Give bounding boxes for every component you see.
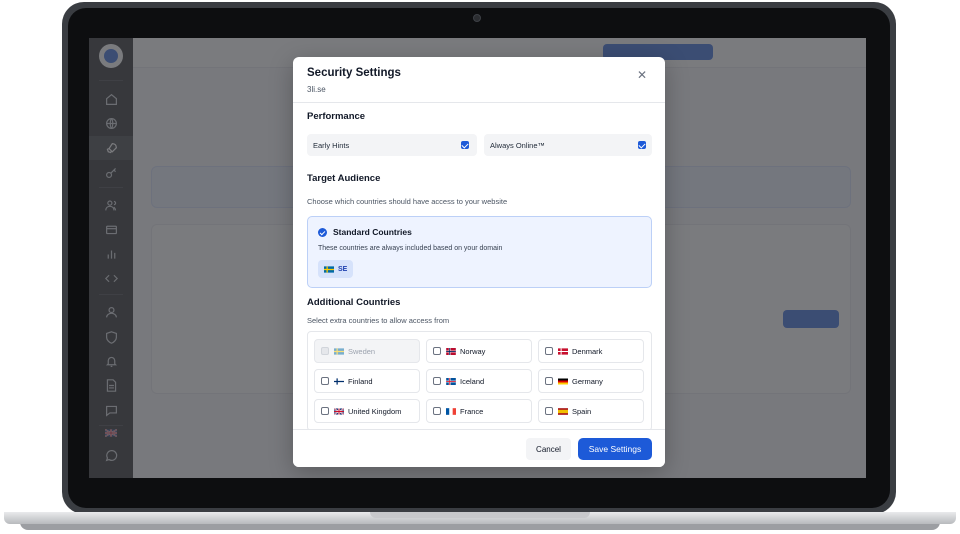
- flag-se-icon: [324, 265, 334, 273]
- checkbox: [321, 347, 329, 355]
- country-option-iceland[interactable]: Iceland: [426, 369, 532, 393]
- modal-domain: 3li.se: [307, 85, 326, 94]
- modal-title: Security Settings: [307, 67, 401, 79]
- country-name: Finland: [348, 377, 373, 386]
- flag-uk-icon: [334, 408, 344, 415]
- early-hints-label: Early Hints: [313, 140, 350, 150]
- country-option-germany[interactable]: Germany: [538, 369, 644, 393]
- target-audience-description: Choose which countries should have acces…: [307, 197, 508, 206]
- early-hints-checkbox[interactable]: [461, 141, 469, 149]
- save-settings-button[interactable]: Save Settings: [578, 438, 652, 460]
- flag-fr-icon: [446, 408, 456, 415]
- flag-se-icon: [334, 348, 344, 355]
- checkbox[interactable]: [433, 407, 441, 415]
- target-audience-heading: Target Audience: [307, 173, 381, 184]
- standard-countries-box: Standard Countries These countries are a…: [307, 216, 652, 288]
- check-circle-icon: [318, 228, 327, 237]
- modal-footer: Cancel Save Settings: [293, 429, 665, 467]
- additional-countries-description: Select extra countries to allow access f…: [307, 316, 450, 325]
- early-hints-option[interactable]: Early Hints: [307, 134, 477, 156]
- close-icon[interactable]: ✕: [635, 68, 649, 82]
- standard-countries-title: Standard Countries: [333, 227, 412, 237]
- security-settings-modal: Security Settings 3li.se ✕ Performance E…: [293, 57, 665, 467]
- flag-is-icon: [446, 378, 456, 385]
- checkbox[interactable]: [545, 347, 553, 355]
- country-chip-se: SE: [318, 260, 354, 278]
- performance-heading: Performance: [307, 111, 366, 122]
- country-name: Iceland: [460, 377, 485, 386]
- checkbox[interactable]: [321, 407, 329, 415]
- laptop-notch: [370, 512, 590, 518]
- country-option-france[interactable]: France: [426, 399, 532, 423]
- flag-dk-icon: [558, 348, 568, 355]
- country-option-denmark[interactable]: Denmark: [538, 339, 644, 363]
- flag-no-icon: [446, 348, 456, 355]
- chip-label: SE: [338, 265, 348, 273]
- checkbox[interactable]: [545, 407, 553, 415]
- cancel-button[interactable]: Cancel: [526, 438, 571, 460]
- country-grid: Sweden Norway Denmark Finland Iceland Ge…: [307, 331, 652, 431]
- modal-header: Security Settings 3li.se ✕: [293, 57, 665, 103]
- checkbox[interactable]: [545, 377, 553, 385]
- always-online-label: Always Online™: [490, 140, 546, 150]
- always-online-option[interactable]: Always Online™: [484, 134, 652, 156]
- country-option-united-kingdom[interactable]: United Kingdom: [314, 399, 420, 423]
- country-name: Denmark: [572, 347, 603, 356]
- country-option-spain[interactable]: Spain: [538, 399, 644, 423]
- screen: Security Settings 3li.se ✕ Performance E…: [89, 38, 866, 478]
- country-name: Norway: [460, 347, 486, 356]
- country-name: Germany: [572, 377, 603, 386]
- country-option-sweden: Sweden: [314, 339, 420, 363]
- additional-countries-heading: Additional Countries: [307, 297, 401, 308]
- country-name: Sweden: [348, 347, 376, 356]
- checkbox[interactable]: [321, 377, 329, 385]
- checkbox[interactable]: [433, 377, 441, 385]
- flag-de-icon: [558, 378, 568, 385]
- country-option-finland[interactable]: Finland: [314, 369, 420, 393]
- country-name: France: [460, 407, 484, 416]
- always-online-checkbox[interactable]: [638, 141, 646, 149]
- flag-es-icon: [558, 408, 568, 415]
- webcam: [473, 14, 481, 22]
- checkbox[interactable]: [433, 347, 441, 355]
- country-name: United Kingdom: [348, 407, 402, 416]
- flag-fi-icon: [334, 378, 344, 385]
- standard-countries-description: These countries are always included base…: [318, 245, 503, 252]
- country-option-norway[interactable]: Norway: [426, 339, 532, 363]
- country-name: Spain: [572, 407, 592, 416]
